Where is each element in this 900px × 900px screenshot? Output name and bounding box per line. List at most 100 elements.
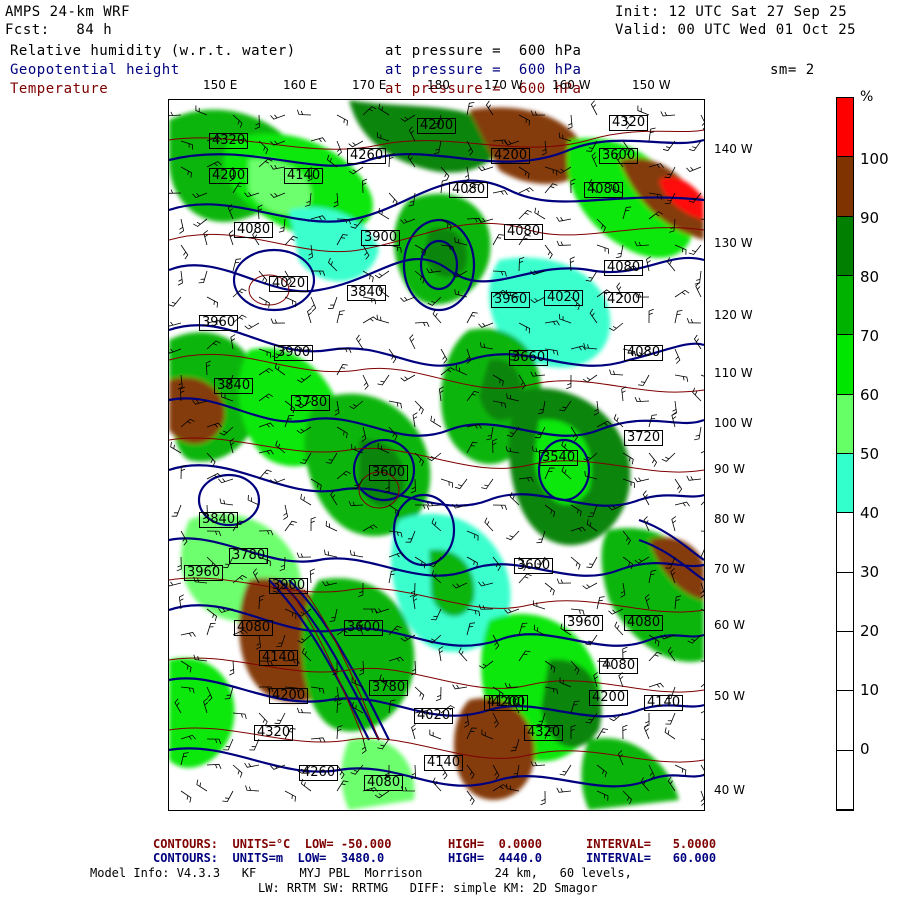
height-label: 4260 [347,148,387,164]
height-label: 3600 [514,558,554,574]
height-label: 4320 [209,133,249,149]
height-label: 3960 [199,315,239,331]
height-label: 3960 [564,615,604,631]
lon-label: 160 W [552,78,591,92]
height-label: 4140 [644,695,684,711]
lon-label: 170 W [484,78,523,92]
lat-label: 70 W [714,562,745,576]
colorbar [836,97,854,811]
lat-label: 100 W [714,416,753,430]
temp-contour-interval: INTERVAL= 5.0000 [586,837,717,851]
colorbar-segment [837,750,853,810]
temp-contour-info: CONTOURS: UNITS=°C LOW= -50.000 [153,837,392,851]
height-label: 4320 [254,725,294,741]
colorbar-segment [837,275,853,336]
height-label: 4020 [544,290,584,306]
temp-contour-high: HIGH= 0.0000 [448,837,542,851]
colorbar-segment [837,572,853,632]
height-label: 3720 [624,430,664,446]
lat-label: 40 W [714,783,745,797]
height-label: 4140 [259,650,299,666]
colorbar-segment [837,513,853,573]
colorbar-label: 40 [860,504,880,522]
height-label: 4080 [364,775,404,791]
colorbar-label: 100 [860,150,889,168]
field-height-level: at pressure = 600 hPa [385,62,582,78]
height-label: 4080 [584,182,624,198]
colorbar-segment [837,691,853,751]
colorbar-label: 70 [860,327,880,345]
lat-label: 80 W [714,512,745,526]
height-label: 3960 [491,292,531,308]
colorbar-segment [837,394,853,454]
colorbar-label: 10 [860,681,880,699]
height-label: 4320 [524,725,564,741]
height-label: 3600 [369,465,409,481]
height-label: 4320 [609,115,649,131]
colorbar-label: 90 [860,209,880,227]
smoothing-label: sm= 2 [770,62,815,78]
height-label: 4020 [269,276,309,292]
colorbar-segment [837,98,853,158]
height-label: 4080 [504,224,544,240]
lon-label: 150 W [632,78,671,92]
colorbar-label: 30 [860,563,880,581]
colorbar-segment [837,335,853,395]
height-label: 4200 [269,688,309,704]
height-contour-high: HIGH= 4440.0 [448,851,542,865]
lat-label: 60 W [714,618,745,632]
height-label: 4140 [284,168,324,184]
field-height-name: Geopotential height [10,62,180,78]
colorbar-label: 20 [860,622,880,640]
height-label: 4200 [589,690,629,706]
height-contour-interval: INTERVAL= 60.000 [586,851,717,865]
height-label: 4020 [414,708,454,724]
height-label: 3840 [199,512,239,528]
lat-label: 50 W [714,689,745,703]
height-label: 4080 [624,615,664,631]
height-label: 4080 [599,658,639,674]
colorbar-label: 50 [860,445,880,463]
field-rh-level: at pressure = 600 hPa [385,43,582,59]
height-label: 3540 [539,450,579,466]
height-label: 4080 [624,345,664,361]
colorbar-segment [837,157,853,217]
colorbar-segment [837,631,853,692]
map-panel: 4320 4200 4140 4080 4020 4260 4200 4080 … [168,99,705,811]
height-label: 3900 [361,230,401,246]
height-label: 4140 [424,755,464,771]
colorbar-label: 0 [860,740,870,758]
height-label: 3960 [184,565,224,581]
colorbar-segment [837,216,853,276]
height-label: 3840 [347,285,387,301]
height-label: 3780 [291,395,331,411]
forecast-hour: Fcst: 84 h [5,22,113,38]
init-time: Init: 12 UTC Sat 27 Sep 25 [615,4,848,20]
height-label: 4080 [234,620,274,636]
height-label: 3900 [274,345,314,361]
lon-label: 150 E [203,78,238,92]
height-label: 4200 [489,695,529,711]
height-label: 3840 [214,378,254,394]
lat-label: 110 W [714,366,753,380]
model-title: AMPS 24-km WRF [5,4,131,20]
height-label: 3600 [344,620,384,636]
colorbar-unit: % [860,89,874,105]
lat-label: 140 W [714,142,753,156]
height-label: 3780 [369,680,409,696]
model-info: Model Info: V4.3.3 KF MYJ PBL Morrison 2… [90,866,632,880]
height-label: 4200 [604,292,644,308]
height-label: 3600 [599,148,639,164]
colorbar-segment [837,453,853,514]
height-label: 4080 [234,222,274,238]
lat-label: 130 W [714,236,753,250]
lon-label: 170 E [352,78,387,92]
lon-label: 160 E [283,78,318,92]
lat-label: 120 W [714,308,753,322]
height-label: 3660 [509,350,549,366]
height-label: 3780 [229,548,269,564]
model-info-physics: LW: RRTM SW: RRTMG DIFF: simple KM: 2D S… [258,881,598,895]
colorbar-label: 60 [860,386,880,404]
valid-time: Valid: 00 UTC Wed 01 Oct 25 [615,22,857,38]
height-label: 4200 [209,168,249,184]
